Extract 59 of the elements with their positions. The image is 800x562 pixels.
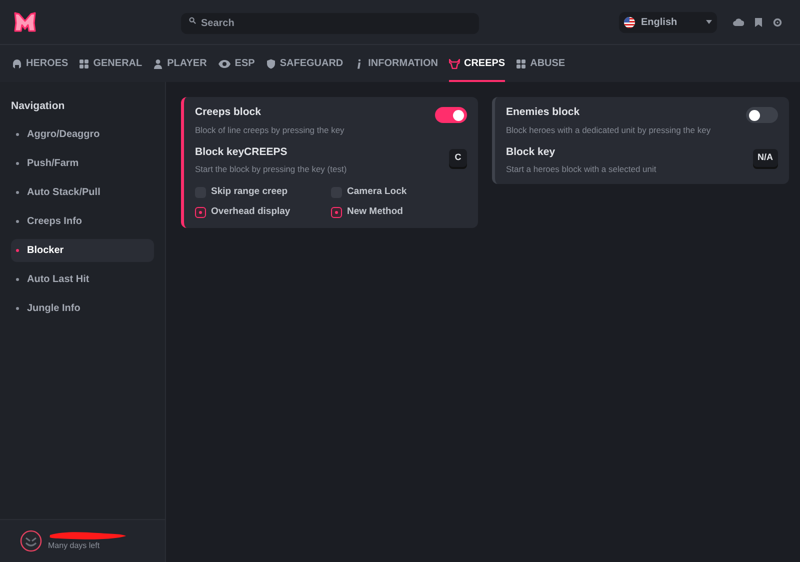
bullet-icon	[16, 278, 19, 281]
setting-title: Block key	[506, 144, 556, 160]
search-icon	[189, 17, 196, 24]
nav-tab[interactable]: SAFEGUARD	[266, 45, 344, 82]
setting-title: Creeps block	[195, 105, 262, 120]
grid-icon	[79, 58, 90, 68]
bullet-icon	[16, 133, 19, 136]
checkbox-label: Skip range creep	[211, 185, 288, 199]
shield-icon	[266, 58, 276, 68]
eye-icon	[218, 58, 231, 68]
setting-description: Start a heroes block with a selected unit	[506, 163, 656, 176]
checkbox-label: Overhead display	[211, 205, 290, 220]
cloud-icon[interactable]	[733, 18, 744, 26]
language-dropdown[interactable]: English	[619, 12, 717, 32]
search-field[interactable]: Search	[181, 13, 479, 34]
checkbox[interactable]	[195, 206, 206, 218]
bullet-icon	[16, 307, 19, 310]
nav-tab[interactable]: HEROES	[12, 45, 68, 82]
nav-tab[interactable]: PLAYER	[153, 45, 207, 82]
toggle-switch[interactable]	[435, 107, 467, 123]
bullet-icon	[16, 162, 19, 165]
flag-icon	[624, 16, 635, 28]
setting-title: Enemies block	[506, 105, 581, 120]
caret-icon	[706, 20, 712, 24]
sidebar-item[interactable]: Push/Farm	[11, 152, 154, 175]
subscription-status: Many days left	[48, 540, 101, 552]
sidebar-item[interactable]: Auto Stack/Pull	[11, 181, 154, 204]
sidebar-item[interactable]: Auto Last Hit	[11, 268, 154, 291]
checkbox-label: New Method	[347, 205, 403, 220]
setting-description: Start the block by pressing the key (test)	[195, 163, 347, 176]
checkbox[interactable]	[331, 206, 342, 218]
setting-title: Block keyCREEPS	[195, 144, 288, 160]
bookmark-icon[interactable]	[755, 18, 762, 26]
logo-icon	[13, 10, 37, 34]
nav-tab[interactable]: ESP	[218, 45, 255, 82]
checkbox-label: Camera Lock	[347, 185, 407, 199]
nav-tab[interactable]: INFORMATION	[354, 45, 438, 82]
settings-icon[interactable]	[773, 18, 782, 26]
person-icon	[153, 58, 164, 68]
key-binding-button[interactable]: N/A	[752, 148, 778, 166]
nav-tab[interactable]: ABUSE	[516, 45, 566, 82]
bullet-icon	[16, 191, 19, 194]
sidebar-item[interactable]: Jungle Info	[11, 297, 154, 320]
navigation-heading: Navigation	[11, 100, 65, 112]
setting-description: Block heroes with a dedicated unit by pressing the key	[506, 124, 711, 136]
bullet-icon	[16, 249, 19, 252]
bullet-icon	[16, 220, 19, 223]
nav-tab[interactable]: CREEPS	[448, 45, 506, 82]
key-binding-button[interactable]: C	[449, 148, 467, 166]
setting-description: Block of line creeps by pressing the key	[195, 124, 344, 136]
bull-icon	[448, 58, 460, 68]
helmet-icon	[12, 58, 22, 68]
sidebar-item[interactable]: Blocker	[11, 239, 154, 262]
avatar-icon	[20, 530, 42, 552]
grid-icon	[516, 58, 526, 68]
sidebar-item[interactable]: Creeps Info	[11, 210, 154, 233]
nav-tab[interactable]: GENERAL	[79, 45, 142, 82]
toggle-switch[interactable]	[746, 107, 778, 123]
sidebar-item[interactable]: Aggro/Deaggro	[11, 123, 154, 146]
